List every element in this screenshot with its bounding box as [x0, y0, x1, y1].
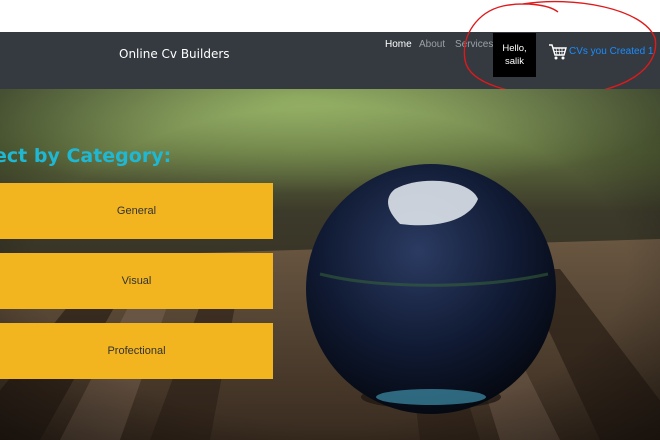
category-heading: ect by Category:	[0, 145, 172, 167]
red-annotation-circle	[463, 0, 657, 96]
nav-link-about[interactable]: About	[419, 39, 445, 50]
category-profectional-button[interactable]: Profectional	[0, 323, 273, 379]
brand-title[interactable]: Online Cv Builders	[119, 47, 230, 61]
category-visual-button[interactable]: Visual	[0, 253, 273, 309]
nav-link-home[interactable]: Home	[385, 39, 412, 50]
category-general-button[interactable]: General	[0, 183, 273, 239]
hero-section: ect by Category: General Visual Profecti…	[0, 89, 660, 440]
